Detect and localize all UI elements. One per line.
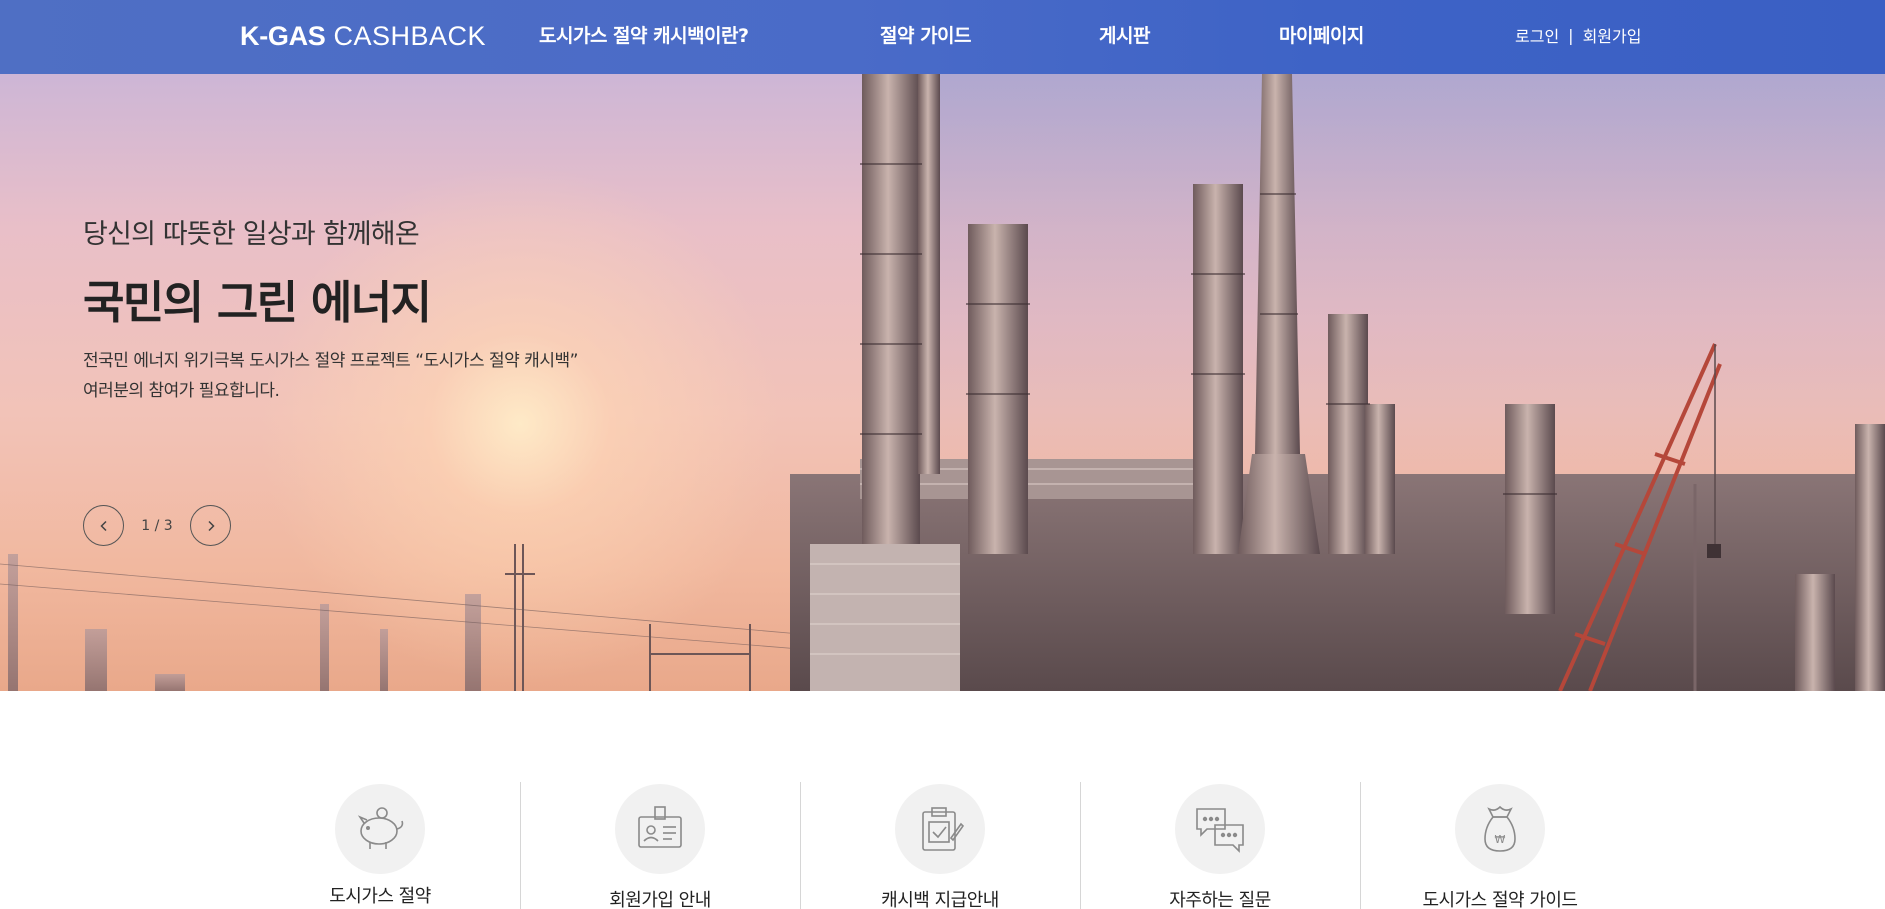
site-logo[interactable]: K-GAS CASHBACK (240, 18, 486, 54)
hero-description-line-2: 여러분의 참여가 필요합니다. (83, 381, 280, 401)
login-link[interactable]: 로그인 (1515, 23, 1559, 47)
service-icon-wrap (1175, 784, 1265, 874)
hero-title: 국민의 그린 에너지 (83, 276, 432, 329)
service-icon-wrap (335, 784, 425, 874)
site-header: K-GAS CASHBACK 도시가스 절약 캐시백이란? 절약 가이드 게시판… (0, 0, 1885, 74)
hero-description: 전국민 에너지 위기극복 도시가스 절약 프로젝트 “도시가스 절약 캐시백” … (83, 346, 578, 406)
service-label: 도시가스 절약 (329, 886, 431, 907)
service-item-faq[interactable]: 자주하는 질문 (1080, 782, 1360, 909)
svg-text:₩: ₩ (1495, 833, 1506, 846)
chevron-left-icon (99, 520, 107, 531)
auth-separator: | (1568, 25, 1574, 45)
piggy-bank-icon (357, 807, 404, 849)
nav-item-saving-guide[interactable]: 절약 가이드 (880, 21, 972, 48)
service-label: 캐시백 지급안내 (881, 890, 999, 909)
service-item-cashback-payment[interactable]: 캐시백 지급안내 (800, 782, 1080, 909)
nav-item-board[interactable]: 게시판 (1099, 21, 1150, 48)
chat-bubbles-icon (1196, 808, 1244, 853)
service-label: 회원가입 안내 (609, 890, 711, 909)
service-item-signup-guide[interactable]: 회원가입 안내 (520, 782, 800, 909)
slider-prev-button[interactable] (83, 505, 124, 546)
service-label: 도시가스 절약 가이드 (1422, 890, 1578, 909)
clipboard-check-icon (922, 807, 965, 851)
logo-light-text: CASHBACK (333, 20, 487, 51)
hero-banner: 당신의 따뜻한 일상과 함께해온 국민의 그린 에너지 전국민 에너지 위기극복… (0, 74, 1885, 691)
service-menu: 도시가스 절약 회원가입 안내 캐시백 지급안내 자주하는 질문 ₩ 도시가스 … (240, 782, 1640, 909)
chevron-right-icon (207, 520, 215, 531)
service-icon-wrap (895, 784, 985, 874)
slider-controls: 1 / 3 (83, 505, 231, 546)
nav-item-about[interactable]: 도시가스 절약 캐시백이란? (539, 21, 749, 48)
service-label: 자주하는 질문 (1169, 890, 1271, 909)
logo-strong-text: K-GAS (240, 20, 326, 51)
hero-description-line-1: 전국민 에너지 위기극복 도시가스 절약 프로젝트 “도시가스 절약 캐시백” (83, 351, 578, 371)
service-icon-wrap: ₩ (1455, 784, 1545, 874)
money-bag-icon: ₩ (1484, 805, 1516, 852)
slider-next-button[interactable] (190, 505, 231, 546)
service-item-gas-saving[interactable]: 도시가스 절약 (240, 782, 520, 909)
slider-counter: 1 / 3 (141, 517, 173, 534)
service-item-saving-guide[interactable]: ₩ 도시가스 절약 가이드 (1360, 782, 1640, 909)
service-icon-wrap (615, 784, 705, 874)
auth-links: 로그인 | 회원가입 (1515, 23, 1641, 47)
signup-link[interactable]: 회원가입 (1583, 23, 1642, 47)
hero-subtitle: 당신의 따뜻한 일상과 함께해온 (83, 219, 420, 250)
nav-item-mypage[interactable]: 마이페이지 (1279, 21, 1364, 48)
id-card-icon (638, 806, 682, 848)
